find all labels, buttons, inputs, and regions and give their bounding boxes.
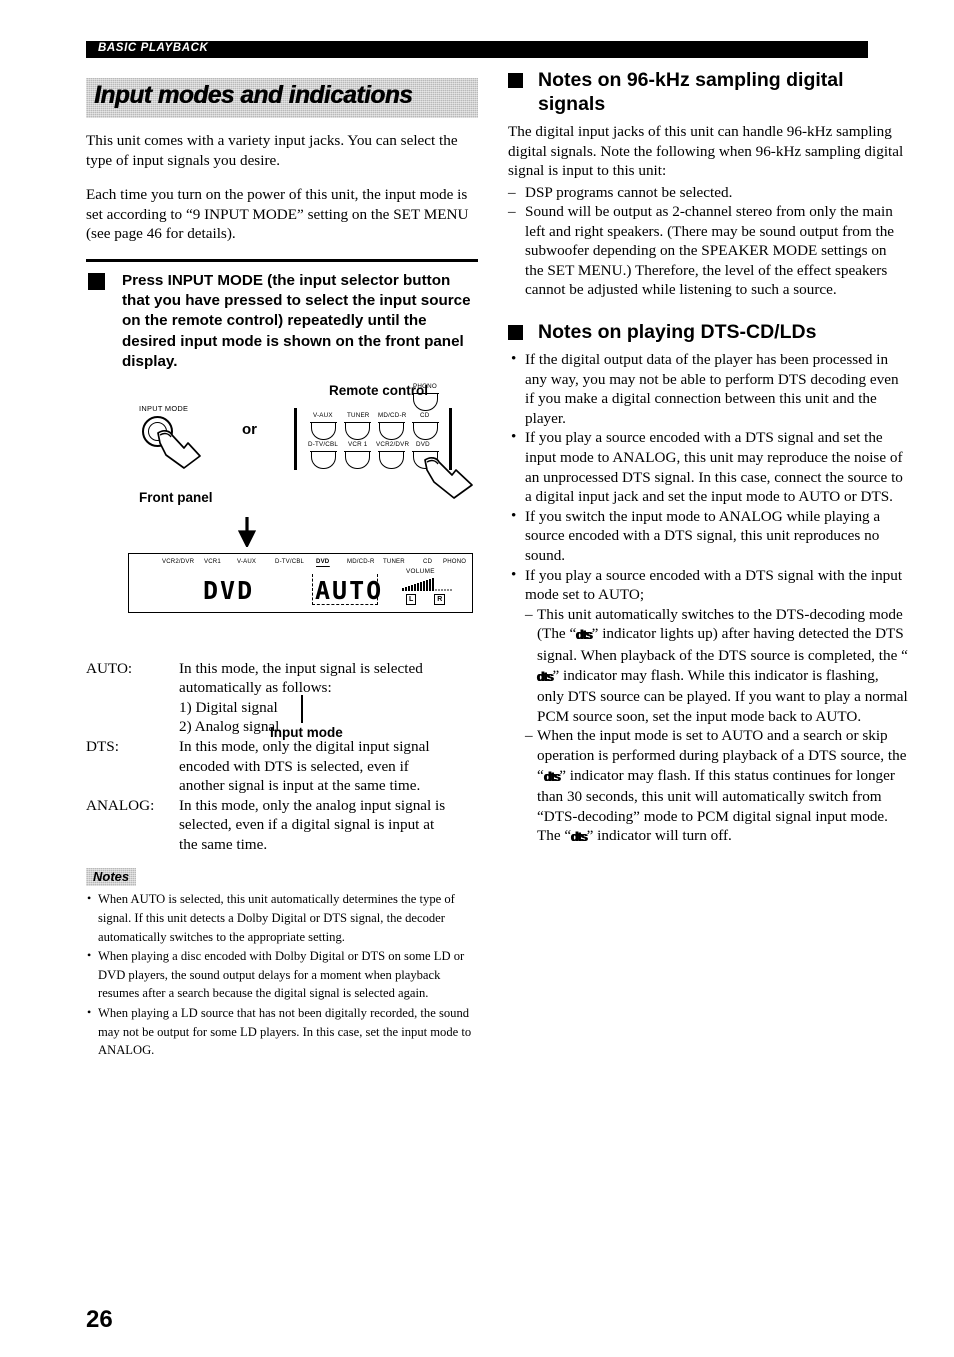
dts-logo-icon: dts (576, 628, 593, 643)
input-mode-diagram: INPUT MODE or PHONO V-AUX TUNER MD/CD-R (86, 383, 478, 523)
definition-line: 1) Digital signal (179, 698, 278, 716)
or-label: or (242, 420, 257, 438)
source-indicator-dvd: DVD (316, 557, 330, 567)
paragraph-96khz: The digital input jacks of this unit can… (508, 123, 904, 179)
page-number: 26 (86, 1306, 113, 1333)
sub-text-suffix: ” indicator will turn off. (586, 827, 732, 845)
sub-text-mid: ” indicator lights up) after having dete… (537, 625, 908, 664)
list-item-dts: If the digital output data of the player… (508, 349, 908, 428)
heading-96khz: Notes on 96-kHz sampling digital signals (508, 68, 908, 116)
callout-leader-line (301, 694, 303, 723)
source-indicator-d-tv-cbl: D-TV/CBL (275, 557, 305, 565)
volume-bars-icon (402, 577, 452, 591)
list-dts: If the digital output data of the player… (508, 349, 908, 848)
list-item-dts: If you play a source encoded with a DTS … (508, 427, 908, 506)
list-item-dts-text: If you play a source encoded with a DTS … (525, 566, 903, 604)
channel-indicators: L R (406, 593, 446, 605)
intro-paragraph-2: Each time you turn on the power of this … (86, 186, 469, 242)
front-panel-caption: Front panel (139, 489, 213, 505)
filled-square-bullet-icon (508, 325, 523, 341)
note-item: When playing a LD source that has not be… (86, 1003, 478, 1060)
section-title: Input modes and indications (94, 81, 413, 109)
filled-square-bullet-icon (508, 73, 523, 88)
heading-dts-text: Notes on playing DTS-CD/LDs (538, 321, 817, 344)
filled-square-bullet-icon (88, 272, 105, 290)
intro-paragraph-1: This unit comes with a variety input jac… (86, 132, 458, 169)
knob-label: INPUT MODE (139, 403, 189, 413)
sub-list-item-dts: When the input mode is set to AUTO and a… (525, 726, 908, 848)
source-indicator-cd: CD (423, 557, 433, 565)
definition-line: In this mode, only the digital input sig… (179, 737, 430, 755)
definition-term-analog: ANALOG: (86, 796, 155, 814)
sub-list-item-dts: This unit automatically switches to the … (525, 605, 908, 727)
callout-label: Input mode (270, 724, 343, 740)
definition-line: another signal is input at the same time… (179, 777, 421, 795)
sub-list-dts: This unit automatically switches to the … (525, 605, 908, 848)
definition-term-dts: DTS: (86, 737, 119, 755)
definition-line: selected, even if a digital signal is in… (179, 816, 435, 834)
display-callout: Input mode (86, 613, 478, 740)
display-source-text: DVD (203, 575, 255, 605)
definition-line: automatically as follows: (179, 679, 332, 697)
instruction-text: Press INPUT MODE (the input selector but… (122, 271, 471, 371)
running-header-bar: BASIC PLAYBACK (86, 41, 868, 58)
definition-line: In this mode, the input signal is select… (179, 659, 423, 677)
definition-line: In this mode, only the analog input sign… (179, 796, 446, 814)
channel-indicator-left: L (406, 593, 417, 605)
notes-label: Notes (86, 868, 136, 886)
definition-term-auto: AUTO: (86, 659, 133, 677)
source-indicator-v-aux: V-AUX (237, 557, 257, 565)
source-indicator-md-cdr: MD/CD-R (347, 557, 375, 565)
input-mode-definitions: AUTO: In this mode, the input signal is … (86, 659, 478, 855)
source-indicator-tuner: TUNER (383, 557, 405, 565)
remote-control-caption: Remote control (329, 382, 429, 398)
source-indicator-vcr1: VCR1 (204, 557, 221, 565)
note-item: When AUTO is selected, this unit automat… (86, 889, 478, 946)
heading-96khz-text: Notes on 96-kHz sampling digital signals (538, 69, 844, 115)
source-indicator-phono: PHONO (443, 557, 467, 565)
list-item-dts: If you switch the input mode to ANALOG w… (508, 506, 908, 566)
sub-text-suffix: ” indicator may flash. While this indica… (537, 666, 908, 725)
instruction-block: Press INPUT MODE (the input selector but… (86, 258, 478, 373)
heading-dts: Notes on playing DTS-CD/LDs (508, 320, 908, 344)
notes-list: When AUTO is selected, this unit automat… (86, 889, 478, 1060)
definition-desc-analog: In this mode, only the analog input sign… (179, 796, 478, 855)
manual-page: BASIC PLAYBACK Input modes and indicatio… (0, 0, 954, 1357)
pointing-hand-icon-front (157, 429, 201, 469)
list-item-96khz: DSP programs cannot be selected. (508, 183, 908, 203)
remote-edge-left (294, 407, 297, 470)
input-mode-highlight-bracket (312, 573, 378, 605)
note-item: When playing a disc encoded with Dolby D… (86, 946, 478, 1003)
right-column: Notes on 96-kHz sampling digital signals… (508, 68, 908, 848)
running-header-label: BASIC PLAYBACK (98, 42, 209, 54)
volume-label: VOLUME (406, 567, 435, 575)
definition-line: encoded with DTS is selected, even if (179, 757, 409, 775)
definition-line: the same time. (179, 835, 268, 853)
volume-meter: VOLUME L R (396, 568, 462, 608)
dts-logo-icon: dts (571, 830, 588, 845)
source-indicator-vcr2-dvr: VCR2/DVR (162, 557, 195, 565)
channel-indicator-right: R (434, 593, 446, 605)
definition-row-dts: DTS: In this mode, only the digital inpu… (86, 737, 478, 796)
section-banner: Input modes and indications (86, 78, 478, 118)
list-item-dts: If you play a source encoded with a DTS … (508, 565, 908, 848)
definition-desc-dts: In this mode, only the digital input sig… (179, 737, 478, 796)
dts-logo-icon: dts (543, 769, 561, 784)
list-item-96khz: Sound will be output as 2-channel stereo… (508, 202, 908, 300)
dts-logo-icon: dts (536, 669, 554, 684)
left-column: Input modes and indications This unit co… (86, 78, 478, 1061)
definition-row-analog: ANALOG: In this mode, only the analog in… (86, 796, 478, 855)
front-panel-display: VCR2/DVR VCR1 V-AUX D-TV/CBL DVD MD/CD-R… (128, 552, 473, 613)
list-96khz: DSP programs cannot be selected. Sound w… (508, 183, 908, 301)
